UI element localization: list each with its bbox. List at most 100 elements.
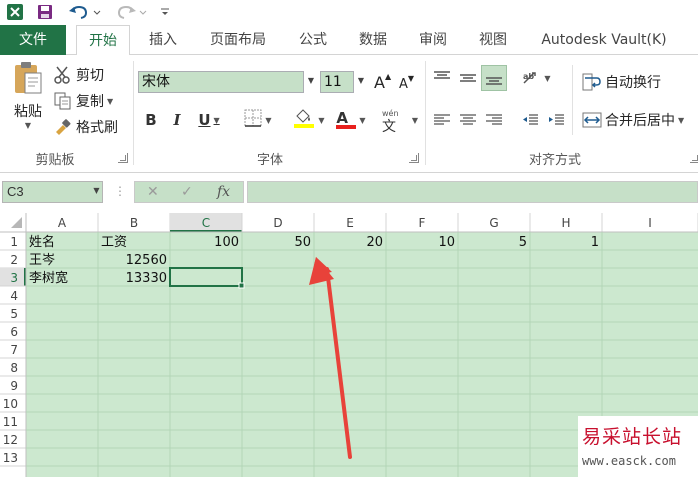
clipboard-dialog-launcher-icon[interactable] [118,153,128,163]
borders-icon [244,109,262,131]
align-left-button[interactable] [431,109,453,131]
shrink-font-button[interactable]: A ▼ [399,73,414,95]
underline-icon: U [198,111,211,129]
font-color-button[interactable]: A ▼ [332,109,370,131]
cut-button[interactable]: 剪切 [54,64,104,86]
ribbon-home: 粘贴 ▼ 剪切 复制 ▼ 格式刷 剪贴板 宋体 ▼ 11 ▼ A ▲ A ▼ B I… [0,55,698,173]
phonetic-character: 文 [382,118,396,135]
tab-view[interactable]: 视图 [470,25,516,55]
formula-input[interactable] [247,181,698,203]
fill-handle[interactable] [238,282,245,289]
font-name-combobox[interactable]: 宋体 [138,71,318,93]
increase-indent-button[interactable] [545,109,567,131]
orientation-button[interactable]: ab ▼ [518,67,554,89]
active-cell-border[interactable] [169,267,243,287]
wrap-text-label: 自动换行 [605,75,661,91]
tab-home[interactable]: 开始 [76,25,130,56]
name-box[interactable]: C3 [2,181,103,203]
group-divider [133,61,134,165]
formula-buttons: ✕ ✓ fx [134,181,244,203]
merge-center-label: 合并后居中 [605,113,675,129]
borders-button[interactable]: ▼ [240,109,276,131]
font-dialog-launcher-icon[interactable] [409,153,419,163]
align-right-button[interactable] [483,109,505,131]
row-header-10: 10 [3,397,18,411]
customize-toolbar-icon[interactable] [158,3,172,21]
alignment-dialog-launcher-icon[interactable] [690,153,698,163]
ribbon-tabs: 文件 开始 插入 页面布局 公式 数据 审阅 视图 Autodesk Vault… [0,25,698,56]
undo-icon[interactable] [68,3,102,21]
paint-bucket-icon [293,107,315,133]
tab-review[interactable]: 审阅 [410,25,456,55]
phonetic-guide-button[interactable]: wén 文 ▼ [382,109,418,135]
save-icon[interactable] [36,3,54,21]
font-name-dropdown-icon[interactable]: ▼ [303,71,318,93]
font-size-dropdown-icon[interactable]: ▼ [353,71,368,93]
align-center-icon [460,114,476,125]
grow-font-icon: A [374,72,385,92]
copy-button[interactable]: 复制 ▼ [54,90,113,112]
row-header-11: 11 [3,415,18,429]
cell-b1: 工资 [101,235,127,250]
font-group-label: 字体 [256,153,283,168]
cell-h1: 1 [591,235,599,250]
tab-data[interactable]: 数据 [350,25,396,55]
increase-indent-icon [549,114,564,125]
watermark: 易采站长站 www.easck.com [578,416,698,477]
align-middle-button[interactable] [457,67,479,89]
cell-a2: 王岑 [29,253,55,268]
phonetic-icon: wén 文 [382,106,409,135]
row-header-2: 2 [10,253,18,267]
excel-logo-icon [6,3,24,21]
row-header-5: 5 [10,307,18,321]
column-header-b: B [130,216,138,230]
align-left-icon [434,114,450,125]
decrease-indent-icon [523,114,538,125]
align-top-button[interactable] [431,67,453,89]
redo-icon[interactable] [114,3,148,21]
cut-label: 剪切 [76,68,104,84]
column-header-c: C [202,216,210,230]
decrease-indent-button[interactable] [519,109,541,131]
row-header-8: 8 [10,361,18,375]
tab-file[interactable]: 文件 [0,25,66,55]
formula-bar: C3 ▼ ⋮ ✕ ✓ fx [0,173,698,213]
row-header-9: 9 [10,379,18,393]
align-center-button[interactable] [457,109,479,131]
tab-insert[interactable]: 插入 [140,25,186,55]
name-box-dropdown-icon[interactable]: ▼ [90,181,103,203]
paste-dropdown-icon[interactable]: ▼ [25,121,31,130]
clipboard-group-label: 剪贴板 [35,153,75,168]
cell-b3: 13330 [126,271,167,286]
wrap-text-icon [582,73,602,91]
shrink-font-icon: A [399,76,408,92]
confirm-entry-icon[interactable]: ✓ [181,184,193,200]
row-header-6: 6 [10,325,18,339]
copy-icon [54,92,72,110]
cell-e1: 20 [366,235,383,250]
row-header-4: 4 [10,289,18,303]
insert-function-icon[interactable]: fx [217,184,230,200]
row-header-12: 12 [3,433,18,447]
grow-font-button[interactable]: A ▲ [374,71,391,93]
fill-color-button[interactable]: ▼ [290,109,328,131]
cancel-entry-icon[interactable]: ✕ [147,184,159,200]
tab-formulas[interactable]: 公式 [290,25,336,55]
cell-a1: 姓名 [29,234,55,250]
format-painter-button[interactable]: 格式刷 [54,116,118,138]
bold-button[interactable]: B [140,109,162,131]
paste-button[interactable]: 粘贴 ▼ [8,61,48,141]
cell-f1: 10 [438,235,455,250]
tab-page-layout[interactable]: 页面布局 [200,25,276,55]
underline-button[interactable]: U ▼ [192,109,226,131]
group-divider [572,65,573,135]
italic-button[interactable]: I [166,109,188,131]
quick-access-toolbar [0,0,698,25]
align-bottom-button[interactable] [481,65,507,91]
copy-dropdown-icon[interactable]: ▼ [107,97,113,106]
tab-autodesk-vault[interactable]: Autodesk Vault(K) [530,25,678,55]
wrap-text-button[interactable]: 自动换行 [582,71,661,93]
merge-center-button[interactable]: 合并后居中 ▼ [582,109,684,131]
formula-bar-grip-icon[interactable]: ⋮ [114,184,126,198]
column-header-a: A [58,216,67,230]
